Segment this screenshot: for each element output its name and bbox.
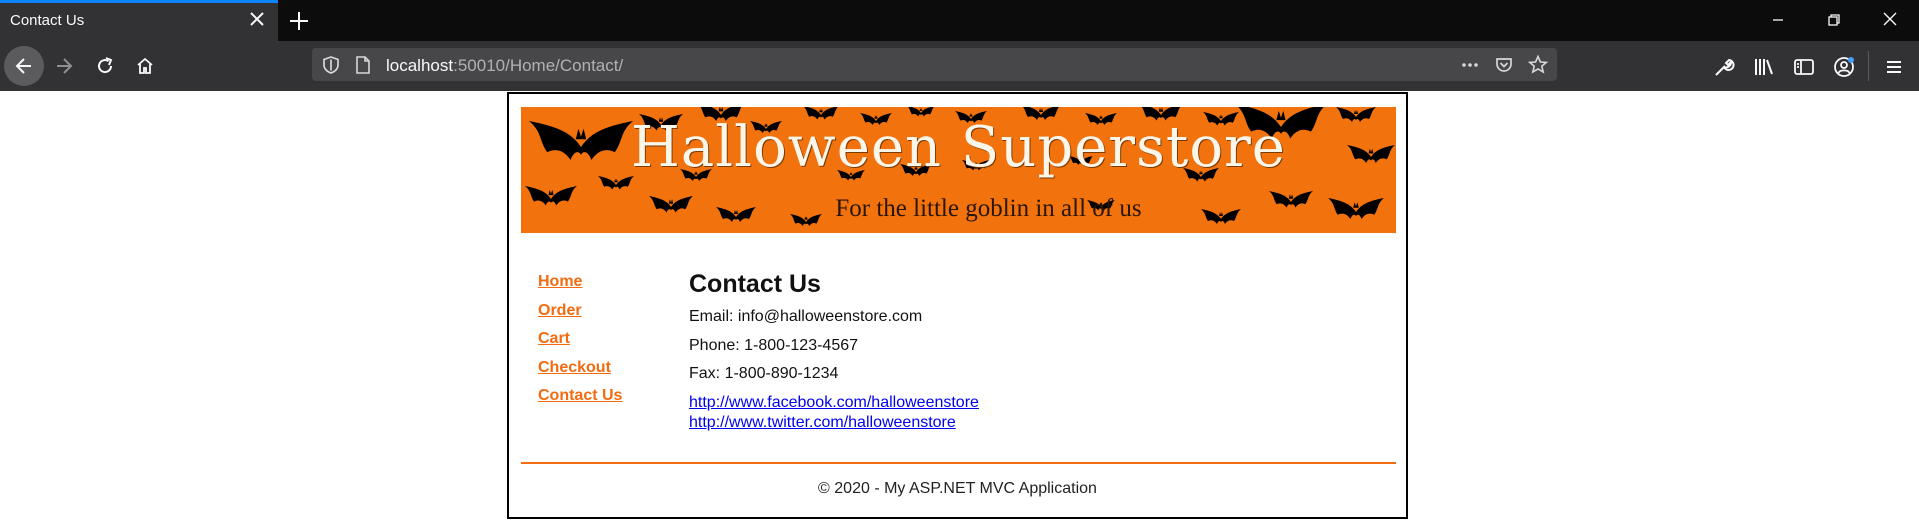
footer-divider xyxy=(521,462,1396,464)
account-icon[interactable] xyxy=(1832,55,1856,79)
sidebar-icon[interactable] xyxy=(1792,55,1816,79)
main-content: Contact Us Email: info@halloweenstore.co… xyxy=(689,269,979,433)
restore-icon[interactable] xyxy=(1821,8,1847,32)
page-title: Contact Us xyxy=(689,270,821,298)
reload-button[interactable] xyxy=(85,46,125,86)
window-close-icon[interactable] xyxy=(1877,8,1903,32)
page-icon[interactable] xyxy=(352,54,374,76)
contact-phone: Phone: 1-800-123-4567 xyxy=(689,336,859,354)
twitter-link[interactable]: http://www.twitter.com/halloweenstore xyxy=(689,413,979,433)
page-container: Halloween Superstore For the little gobl… xyxy=(507,92,1408,519)
contact-fax: Fax: 1-800-890-1234 xyxy=(689,365,839,382)
menu-icon[interactable] xyxy=(1882,55,1906,79)
nav-link-checkout[interactable]: Checkout xyxy=(538,358,622,387)
site-nav: Home Order Cart Checkout Contact Us xyxy=(538,272,622,415)
pocket-icon[interactable] xyxy=(1493,54,1515,76)
plus-icon[interactable] xyxy=(286,8,312,34)
tab-strip: Contact Us xyxy=(0,0,1919,41)
reload-icon xyxy=(98,57,113,74)
navigation-toolbar: localhost:50010/Home/Contact/ xyxy=(0,41,1919,91)
contact-email: Email: info@halloweenstore.com xyxy=(689,308,923,325)
star-icon[interactable] xyxy=(1527,54,1549,76)
url-bar[interactable]: localhost:50010/Home/Contact/ xyxy=(312,48,1557,81)
footer-text: © 2020 - My ASP.NET MVC Application xyxy=(818,480,1097,497)
banner-subtitle: For the little goblin in all of us xyxy=(835,195,1142,222)
home-icon xyxy=(137,57,153,74)
url-text[interactable]: localhost:50010/Home/Contact/ xyxy=(386,56,623,76)
nav-link-order[interactable]: Order xyxy=(538,301,622,330)
more-icon[interactable] xyxy=(1459,54,1481,76)
banner-title: Halloween Superstore xyxy=(631,115,1286,180)
back-button[interactable] xyxy=(4,46,44,86)
library-icon[interactable] xyxy=(1752,55,1776,79)
tab-title: Contact Us xyxy=(10,12,85,29)
close-icon[interactable] xyxy=(246,8,268,30)
url-host: localhost xyxy=(386,56,454,75)
active-tab-indicator xyxy=(0,0,278,3)
nav-link-contact-us[interactable]: Contact Us xyxy=(538,386,622,415)
home-button[interactable] xyxy=(125,46,165,86)
forward-icon xyxy=(57,58,73,74)
tab-contact-us[interactable]: Contact Us xyxy=(0,0,278,41)
store-banner: Halloween Superstore For the little gobl… xyxy=(521,107,1396,233)
forward-button[interactable] xyxy=(44,46,84,86)
wrench-icon[interactable] xyxy=(1712,55,1736,79)
nav-link-home[interactable]: Home xyxy=(538,272,622,301)
facebook-link[interactable]: http://www.facebook.com/halloweenstore xyxy=(689,393,979,413)
back-icon xyxy=(15,58,31,74)
toolbar-separator xyxy=(1868,51,1869,81)
shield-icon[interactable] xyxy=(320,54,342,76)
nav-link-cart[interactable]: Cart xyxy=(538,329,622,358)
url-path: :50010/Home/Contact/ xyxy=(453,56,624,75)
minimize-icon[interactable] xyxy=(1765,8,1791,32)
